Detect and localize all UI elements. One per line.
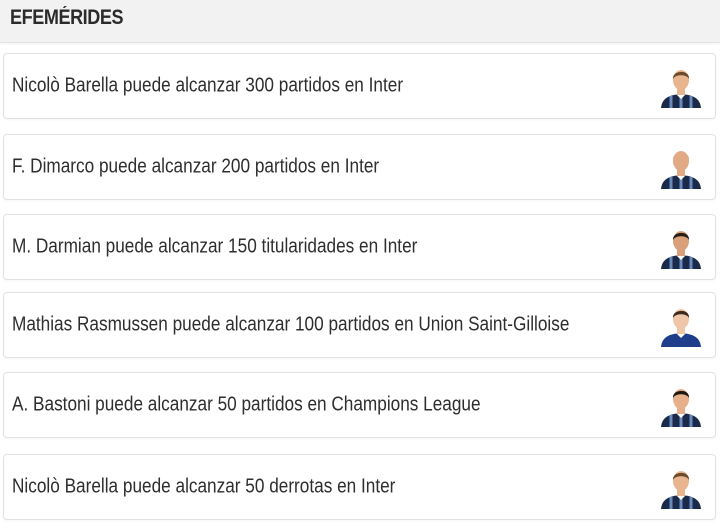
section-title: EFEMÉRIDES	[10, 6, 124, 29]
player-photo-icon[interactable]	[659, 64, 703, 108]
player-photo-icon[interactable]	[659, 303, 703, 347]
list-item[interactable]: F. Dimarco puede alcanzar 200 partidos e…	[3, 134, 716, 200]
list-item[interactable]: Nicolò Barella puede alcanzar 300 partid…	[3, 53, 716, 119]
list-item-text: M. Darmian puede alcanzar 150 titularida…	[12, 235, 418, 258]
list-item-text: A. Bastoni puede alcanzar 50 partidos en…	[12, 393, 481, 416]
list-item-text: Nicolò Barella puede alcanzar 300 partid…	[12, 74, 404, 97]
list-item-text: Nicolò Barella puede alcanzar 50 derrota…	[12, 475, 396, 498]
player-photo-icon[interactable]	[659, 383, 703, 427]
player-photo-icon[interactable]	[659, 145, 703, 189]
list-item[interactable]: Nicolò Barella puede alcanzar 50 derrota…	[3, 454, 716, 520]
list-item[interactable]: M. Darmian puede alcanzar 150 titularida…	[3, 214, 716, 280]
list-item[interactable]: A. Bastoni puede alcanzar 50 partidos en…	[3, 372, 716, 438]
list-item-text: Mathias Rasmussen puede alcanzar 100 par…	[12, 313, 570, 336]
player-photo-icon[interactable]	[659, 465, 703, 509]
list-item-text: F. Dimarco puede alcanzar 200 partidos e…	[12, 155, 380, 178]
list-item[interactable]: Mathias Rasmussen puede alcanzar 100 par…	[3, 292, 716, 358]
player-photo-icon[interactable]	[659, 225, 703, 269]
section-header: EFEMÉRIDES	[0, 0, 720, 43]
